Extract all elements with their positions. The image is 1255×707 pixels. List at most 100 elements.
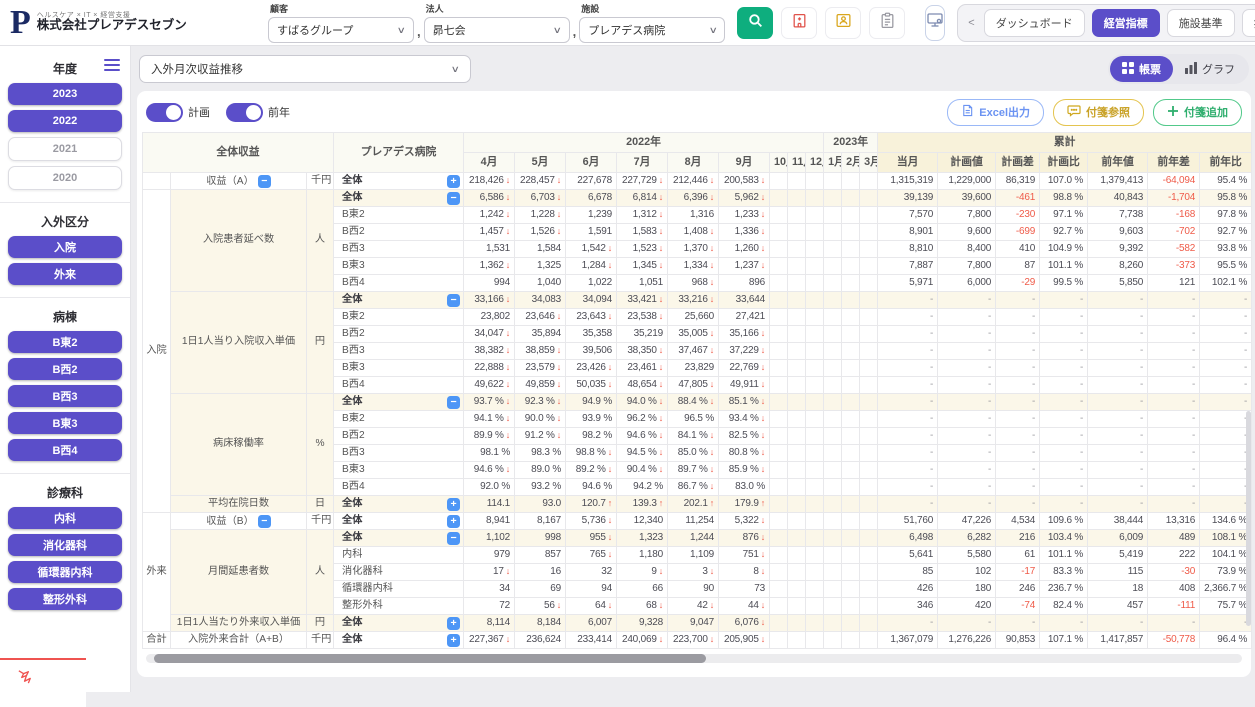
value-cell: 1,180: [617, 547, 668, 564]
empty-cell: [788, 394, 806, 411]
tab-2[interactable]: 施設基準: [1167, 9, 1235, 37]
cum-value-cell: 92.7 %: [1040, 224, 1088, 241]
sidebar-item-2021[interactable]: 2021: [8, 137, 122, 161]
sidebar-item-消化器科[interactable]: 消化器科: [8, 534, 122, 556]
tab-1[interactable]: 経営指標: [1092, 9, 1160, 37]
value-cell: 876↓: [719, 530, 770, 547]
month-header: 9月: [719, 153, 770, 173]
cum-value-cell: -: [878, 479, 938, 496]
value-cell: 98.1 %: [464, 445, 515, 462]
header-icon-buttons: [737, 7, 905, 39]
system-settings-button[interactable]: [925, 5, 945, 41]
menu-toggle-icon[interactable]: [104, 56, 120, 74]
data-table: 全体収益 プレアデス病院 2022年 2023年 累計4月5月6月7月8月9月1…: [142, 132, 1252, 649]
sidebar-item-B西4[interactable]: B西4: [8, 439, 122, 461]
sidebar-item-外来[interactable]: 外来: [8, 263, 122, 285]
value-cell: 98.8 %↓: [566, 445, 617, 462]
tab-0[interactable]: ダッシュボード: [984, 9, 1085, 37]
empty-cell: [824, 343, 842, 360]
empty-cell: [788, 411, 806, 428]
cum-value-cell: -: [996, 428, 1040, 445]
value-cell: 955↓: [566, 530, 617, 547]
empty-cell: [806, 326, 824, 343]
year-2023-header: 2023年: [824, 133, 878, 153]
report-select[interactable]: 入外月次収益推移 ∨: [139, 55, 471, 83]
expand-button[interactable]: +: [447, 515, 460, 528]
action-0[interactable]: Excel出力: [947, 99, 1044, 126]
sidebar-item-B東3[interactable]: B東3: [8, 412, 122, 434]
cum-value-cell: -74: [996, 598, 1040, 615]
value-cell: 3↓: [668, 564, 719, 581]
ward-cell: B東3: [334, 360, 464, 377]
cum-value-cell: -: [1148, 496, 1200, 513]
ward-cell: 全体+: [334, 496, 464, 513]
sidebar-item-入院[interactable]: 入院: [8, 236, 122, 258]
value-cell: 93.2 %: [515, 479, 566, 496]
cum-col-header: 前年差: [1148, 153, 1200, 173]
clipboard-button[interactable]: [869, 7, 905, 39]
empty-cell: [842, 258, 860, 275]
cum-value-cell: -: [1148, 411, 1200, 428]
debugbar-toggle[interactable]: [0, 658, 86, 707]
expand-button[interactable]: +: [447, 175, 460, 188]
id-card-button[interactable]: [825, 7, 861, 39]
vertical-scrollbar-thumb[interactable]: [1246, 411, 1251, 626]
value-cell: 1,345↓: [617, 258, 668, 275]
sidebar-item-循環器内科[interactable]: 循環器内科: [8, 561, 122, 583]
expand-button[interactable]: +: [447, 617, 460, 630]
collapse-button[interactable]: −: [258, 175, 271, 188]
value-cell: 94.6 %↓: [617, 428, 668, 445]
collapse-button[interactable]: −: [447, 396, 460, 409]
empty-cell: [860, 326, 878, 343]
filter-select-0[interactable]: すばるグループ∨: [268, 17, 414, 43]
filter-select-2[interactable]: プレアデス病院∨: [579, 17, 725, 43]
filter-select-1[interactable]: 昴七会∨: [424, 17, 570, 43]
value-cell: 38,382↓: [464, 343, 515, 360]
sidebar-item-2022[interactable]: 2022: [8, 110, 122, 132]
metric-cell: 1日1人当たり外来収入単価: [171, 615, 307, 632]
empty-cell: [806, 496, 824, 513]
expand-button[interactable]: +: [447, 634, 460, 647]
collapse-button[interactable]: −: [447, 532, 460, 545]
sidebar-item-2023[interactable]: 2023: [8, 83, 122, 105]
sidebar-item-B東2[interactable]: B東2: [8, 331, 122, 353]
value-cell: 85.1 %↓: [719, 394, 770, 411]
metric-cell: 平均在院日数: [171, 496, 307, 513]
ward-cell: B西3: [334, 445, 464, 462]
empty-cell: [788, 258, 806, 275]
empty-cell: [788, 309, 806, 326]
sidebar-item-B西3[interactable]: B西3: [8, 385, 122, 407]
cum-value-cell: 489: [1148, 530, 1200, 547]
cum-value-cell: 87: [996, 258, 1040, 275]
collapse-button[interactable]: −: [447, 192, 460, 205]
cum-value-cell: -: [1040, 292, 1088, 309]
action-2[interactable]: 付箋追加: [1153, 99, 1242, 126]
horizontal-scrollbar-thumb[interactable]: [154, 654, 706, 663]
tab-3[interactable]: 病棟別: [1242, 9, 1255, 37]
empty-cell: [860, 394, 878, 411]
view-toggle-0[interactable]: 帳票: [1110, 56, 1173, 82]
collapse-button[interactable]: −: [447, 294, 460, 307]
sidebar-item-B西2[interactable]: B西2: [8, 358, 122, 380]
switch-1[interactable]: 前年: [226, 103, 290, 122]
sidebar-item-内科[interactable]: 内科: [8, 507, 122, 529]
sidebar-item-整形外科[interactable]: 整形外科: [8, 588, 122, 610]
value-cell: 92.0 %: [464, 479, 515, 496]
search-button[interactable]: [737, 7, 773, 39]
empty-cell: [860, 428, 878, 445]
cum-value-cell: 1,367,079: [878, 632, 938, 649]
action-1[interactable]: 付箋参照: [1053, 99, 1144, 126]
value-cell: 1,531: [464, 241, 515, 258]
empty-cell: [806, 513, 824, 530]
sidebar-item-2020[interactable]: 2020: [8, 166, 122, 190]
empty-cell: [842, 343, 860, 360]
view-toggle-1[interactable]: グラフ: [1173, 56, 1247, 82]
expand-button[interactable]: +: [447, 498, 460, 511]
tab-scroll-left-button[interactable]: <: [966, 17, 976, 29]
chevron-down-icon: ∨: [397, 25, 406, 36]
collapse-button[interactable]: −: [258, 515, 271, 528]
hospital-button[interactable]: [781, 7, 817, 39]
cum-value-cell: -: [1148, 479, 1200, 496]
cum-value-cell: 103.4 %: [1040, 530, 1088, 547]
switch-0[interactable]: 計画: [146, 103, 210, 122]
